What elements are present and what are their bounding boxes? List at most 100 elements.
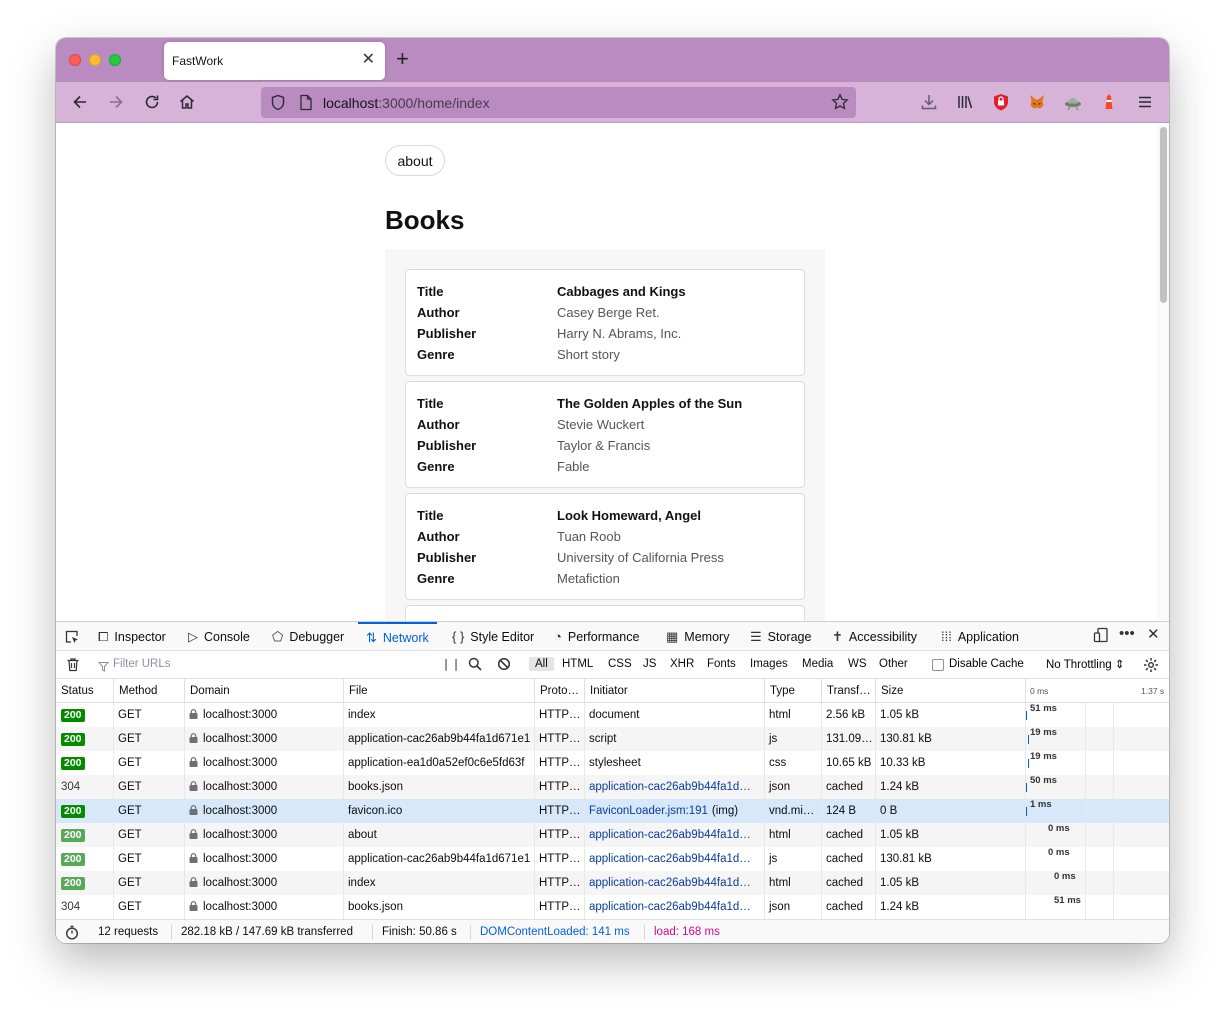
ublock-extension-icon[interactable] [989, 90, 1013, 114]
table-row[interactable]: 200 GET localhost:3000 application-ea1d0a52… [56, 751, 1169, 775]
browser-window: FastWork ✕ + localhost:3000/home/index a… [56, 38, 1169, 943]
home-icon[interactable] [175, 90, 199, 114]
metamask-extension-icon[interactable] [1025, 90, 1049, 114]
tab-accessibility[interactable]: ✝ Accessibility [832, 622, 917, 651]
cell-initiator: application-cac26ab9b44fa1d… [584, 847, 764, 871]
ufo-extension-icon[interactable] [1061, 90, 1085, 114]
cell-type: js [769, 853, 778, 865]
tab-application[interactable]: ⁞⁞⁞ Application [941, 622, 1019, 651]
clear-trash-icon[interactable] [66, 657, 80, 677]
page-icon [299, 94, 313, 116]
lighthouse-extension-icon[interactable] [1097, 90, 1121, 114]
tab-network[interactable]: ⇅ Network [358, 622, 437, 651]
field-label: Publisher [417, 326, 477, 341]
close-window-button[interactable] [69, 54, 81, 66]
initiator-link[interactable]: stylesheet [589, 757, 641, 769]
filter-images[interactable]: Images [744, 657, 794, 671]
cell-initiator: stylesheet [584, 751, 764, 775]
url-bar[interactable]: localhost:3000/home/index [261, 87, 856, 118]
filter-fonts[interactable]: Fonts [701, 657, 742, 671]
tracking-shield-icon[interactable] [270, 94, 286, 116]
table-row[interactable]: 200 GET localhost:3000 application-cac26ab9… [56, 727, 1169, 751]
stopwatch-icon[interactable] [65, 925, 79, 943]
minimize-window-button[interactable] [89, 54, 101, 66]
more-options-icon[interactable]: ••• [1119, 625, 1135, 642]
tab-performance[interactable]: ◔ Performance [554, 622, 639, 651]
initiator-link[interactable]: document [589, 709, 640, 721]
block-icon[interactable] [497, 657, 511, 676]
pick-element-icon[interactable] [64, 629, 80, 650]
column-method[interactable]: Method [113, 679, 184, 703]
column-size[interactable]: Size [875, 679, 1025, 703]
column-file[interactable]: File [343, 679, 534, 703]
cell-initiator: document [584, 703, 764, 727]
table-row[interactable]: 200 GET localhost:3000 application-cac26ab9… [56, 847, 1169, 871]
column-type[interactable]: Type [764, 679, 821, 703]
menu-icon[interactable] [1133, 90, 1157, 114]
filter-js[interactable]: JS [637, 657, 662, 671]
column-transferred[interactable]: Transf… [821, 679, 875, 703]
table-row[interactable]: 200 GET localhost:3000 index HTTP… document ht… [56, 703, 1169, 727]
table-row[interactable]: 200 GET localhost:3000 index HTTP… applicatio… [56, 871, 1169, 895]
tab-inspector[interactable]: ⧠ Inspector [98, 622, 166, 651]
bookmark-star-icon[interactable] [831, 93, 849, 116]
cell-transferred: 131.09… [826, 733, 873, 745]
tab-console[interactable]: ▷ Console [188, 622, 250, 651]
initiator-link[interactable]: application-cac26ab9b44fa1d… [589, 877, 751, 889]
cell-method: GET [118, 901, 142, 913]
column-protocol[interactable]: Proto… [534, 679, 584, 703]
settings-gear-icon[interactable] [1143, 657, 1159, 678]
filter-ws[interactable]: WS [842, 657, 873, 671]
initiator-link[interactable]: application-cac26ab9b44fa1d… [589, 781, 751, 793]
initiator-link[interactable]: application-cac26ab9b44fa1d… [589, 901, 751, 913]
disable-cache-checkbox[interactable] [932, 659, 944, 671]
initiator-link[interactable]: application-cac26ab9b44fa1d… [589, 829, 751, 841]
new-tab-button[interactable]: + [396, 48, 409, 70]
tab-memory[interactable]: ▦ Memory [666, 622, 729, 651]
search-icon[interactable] [468, 657, 482, 676]
filter-all[interactable]: All [529, 657, 554, 671]
tab-storage[interactable]: ☰ Storage [750, 622, 811, 651]
forward-icon[interactable] [104, 90, 128, 114]
downloads-icon[interactable] [917, 90, 941, 114]
initiator-link[interactable]: FaviconLoader.jsm:191 [589, 805, 708, 817]
scrollbar-thumb[interactable] [1160, 127, 1167, 303]
column-status[interactable]: Status [56, 679, 113, 703]
responsive-design-icon[interactable] [1093, 627, 1109, 647]
filter-html[interactable]: HTML [556, 657, 599, 671]
tab-close-icon[interactable]: ✕ [362, 51, 375, 69]
pause-icon[interactable]: ❘❘ [441, 657, 461, 671]
column-domain[interactable]: Domain [184, 679, 343, 703]
table-row[interactable]: 304 GET localhost:3000 books.json HTTP… appli… [56, 775, 1169, 799]
cell-status: 200 [56, 799, 113, 823]
back-icon[interactable] [68, 90, 92, 114]
reload-icon[interactable] [140, 90, 164, 114]
table-row[interactable]: 200 GET localhost:3000 favicon.ico HTTP… Favi… [56, 799, 1169, 823]
filter-media[interactable]: Media [796, 657, 839, 671]
browser-tab[interactable]: FastWork ✕ [164, 42, 385, 80]
waterfall-time: 1 ms [1030, 799, 1052, 810]
cell-initiator: application-cac26ab9b44fa1d… [584, 871, 764, 895]
filter-urls-input[interactable]: Filter URLs [113, 658, 171, 670]
library-icon[interactable] [953, 90, 977, 114]
column-initiator[interactable]: Initiator [584, 679, 764, 703]
tab-style-editor[interactable]: { } Style Editor [452, 622, 534, 651]
network-table-header: Status Method Domain File Proto… Initiat… [56, 679, 1169, 703]
about-button[interactable]: about [385, 145, 445, 176]
close-devtools-icon[interactable]: ✕ [1147, 625, 1160, 643]
throttling-select[interactable]: No Throttling ⇕ [1046, 657, 1124, 671]
cell-method: GET [118, 709, 142, 721]
zoom-window-button[interactable] [109, 54, 121, 66]
url-text[interactable]: localhost:3000/home/index [323, 95, 490, 111]
initiator-link[interactable]: application-cac26ab9b44fa1d… [589, 853, 751, 865]
filter-other[interactable]: Other [873, 657, 914, 671]
table-row[interactable]: 200 GET localhost:3000 about HTTP… applicatio… [56, 823, 1169, 847]
filter-css[interactable]: CSS [602, 657, 638, 671]
tab-debugger[interactable]: ⬠ Debugger [272, 622, 344, 651]
page-scrollbar[interactable] [1157, 123, 1169, 621]
table-row[interactable]: 304 GET localhost:3000 books.json HTTP… appli… [56, 895, 1169, 919]
filter-xhr[interactable]: XHR [664, 657, 700, 671]
initiator-link[interactable]: script [589, 733, 616, 745]
column-waterfall[interactable]: 0 ms 1.37 s [1025, 679, 1169, 703]
cell-file: application-cac26ab9b44fa1d671e1 [348, 733, 531, 745]
